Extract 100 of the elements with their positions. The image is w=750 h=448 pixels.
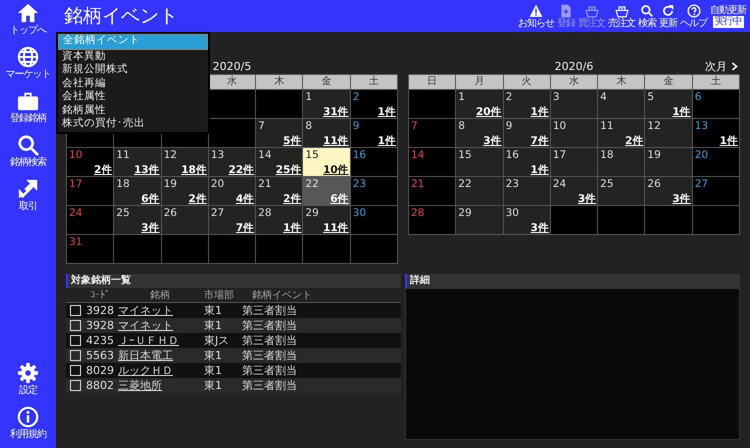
day-number: 29 <box>458 207 472 219</box>
day-number: 7 <box>411 120 418 132</box>
day-number: 12 <box>164 149 177 161</box>
table-cell-text: 第三者割当 <box>241 303 298 318</box>
day-number: 9 <box>506 120 512 132</box>
day-number: 8 <box>458 120 465 132</box>
table-cell-text: 5563 <box>85 349 115 362</box>
table-cell-text: 東1 <box>203 318 223 333</box>
page-title: 銘柄イベント <box>64 4 178 29</box>
month-title: 2020/5 <box>212 60 252 73</box>
panel-title: 対象銘柄一覧 <box>71 275 131 286</box>
nav-label: 取引 <box>19 202 37 212</box>
table-cell-text: 東Jス <box>203 333 230 348</box>
day-number: 11 <box>116 149 130 161</box>
toolbar-label: 買注文 <box>578 18 605 28</box>
table-cell-text: 東1 <box>203 378 223 393</box>
day-number: 24 <box>69 207 82 219</box>
toolbar-label: 登録 <box>557 18 575 28</box>
column-header: ｺｰﾄﾞ <box>89 289 111 301</box>
day-number: 15 <box>305 149 319 161</box>
day-number: 19 <box>647 149 661 161</box>
day-number: 24 <box>552 178 566 190</box>
day-number: 27 <box>694 178 708 190</box>
weekday-header: 土 <box>692 75 739 89</box>
column-header: 市場部 <box>203 288 235 302</box>
toolbar-label: 更新 <box>659 18 677 28</box>
day-number: 2 <box>352 91 360 103</box>
toolbar-label: お知らせ <box>518 18 554 28</box>
day-number: 1 <box>458 91 465 103</box>
day-number: 14 <box>411 149 424 161</box>
table-cell-text: 3928 <box>85 304 115 317</box>
weekday-header: 水 <box>550 75 598 89</box>
day-number: 13 <box>210 149 224 161</box>
day-number: 8 <box>305 120 312 132</box>
day-number: 28 <box>411 207 424 219</box>
nav-label: 設定 <box>19 386 37 396</box>
day-number: 31 <box>69 236 82 248</box>
day-number: 2 <box>506 91 512 103</box>
day-number: 26 <box>164 207 177 219</box>
day-number: 30 <box>506 207 519 219</box>
day-number: 13 <box>694 120 708 132</box>
weekday-header: 日 <box>409 75 456 89</box>
day-number: 6 <box>694 91 702 103</box>
day-number: 5 <box>647 91 654 103</box>
day-number: 26 <box>647 178 661 190</box>
nav-label: マーケット <box>6 70 50 80</box>
table-cell-text: 3928 <box>85 319 115 332</box>
day-number: 11 <box>600 120 614 132</box>
column-header: 銘柄 <box>149 288 171 302</box>
weekday-header: 木 <box>598 75 644 89</box>
day-number: 20 <box>694 149 708 161</box>
day-number: 21 <box>411 178 424 190</box>
day-number: 19 <box>164 178 177 190</box>
day-number: 25 <box>116 207 130 219</box>
day-number: 1 <box>305 91 312 103</box>
day-number: 12 <box>647 120 661 132</box>
weekday-header: 木 <box>256 75 302 89</box>
table-cell-text: 東1 <box>203 348 223 363</box>
weekday-header: 土 <box>350 75 397 89</box>
table-cell-text: 東1 <box>203 363 223 378</box>
nav-label: 銘柄検索 <box>10 158 46 168</box>
day-number: 7 <box>258 120 265 132</box>
weekday-header: 月 <box>456 75 503 89</box>
day-number: 15 <box>458 149 472 161</box>
day-number: 27 <box>210 207 224 219</box>
day-number: 10 <box>69 149 82 161</box>
month-title: 2020/6 <box>554 60 594 73</box>
table-cell-text: 第三者割当 <box>241 378 298 393</box>
day-number: 16 <box>352 149 366 161</box>
day-number: 3 <box>552 91 560 103</box>
table-cell-text: 第三者割当 <box>241 333 298 348</box>
table-cell-text: 8029 <box>85 364 115 377</box>
toolbar-label: 売注文 <box>608 18 635 28</box>
nav-label: 利用規約 <box>10 430 46 440</box>
day-number: 17 <box>69 178 82 190</box>
weekday-header: 金 <box>303 75 350 89</box>
weekday-header: 水 <box>208 75 256 89</box>
day-number: 16 <box>506 149 519 161</box>
weekday-header: 火 <box>504 75 550 89</box>
column-header: 銘柄イベント <box>251 288 313 302</box>
day-number: 29 <box>305 207 319 219</box>
table-cell-text: 第三者割当 <box>241 348 298 363</box>
day-number: 30 <box>352 207 366 219</box>
day-number: 20 <box>210 178 224 190</box>
day-number: 10 <box>552 120 566 132</box>
weekday-header: 金 <box>645 75 692 89</box>
day-number: 22 <box>458 178 472 190</box>
table-cell-text: 4235 <box>85 334 115 347</box>
panel-title: 詳細 <box>410 275 430 286</box>
day-number: 23 <box>352 178 366 190</box>
day-number: 23 <box>506 178 519 190</box>
auto-update-label: 自動更新 <box>710 4 746 16</box>
table-cell-text: 8802 <box>85 379 115 392</box>
nav-label: 登録銘柄 <box>10 114 46 124</box>
day-number: 9 <box>352 120 360 132</box>
table-cell-text: 第三者割当 <box>241 318 298 333</box>
day-number: 21 <box>258 178 272 190</box>
day-number: 18 <box>600 149 614 161</box>
day-number: 28 <box>258 207 272 219</box>
day-number: 22 <box>305 178 319 190</box>
